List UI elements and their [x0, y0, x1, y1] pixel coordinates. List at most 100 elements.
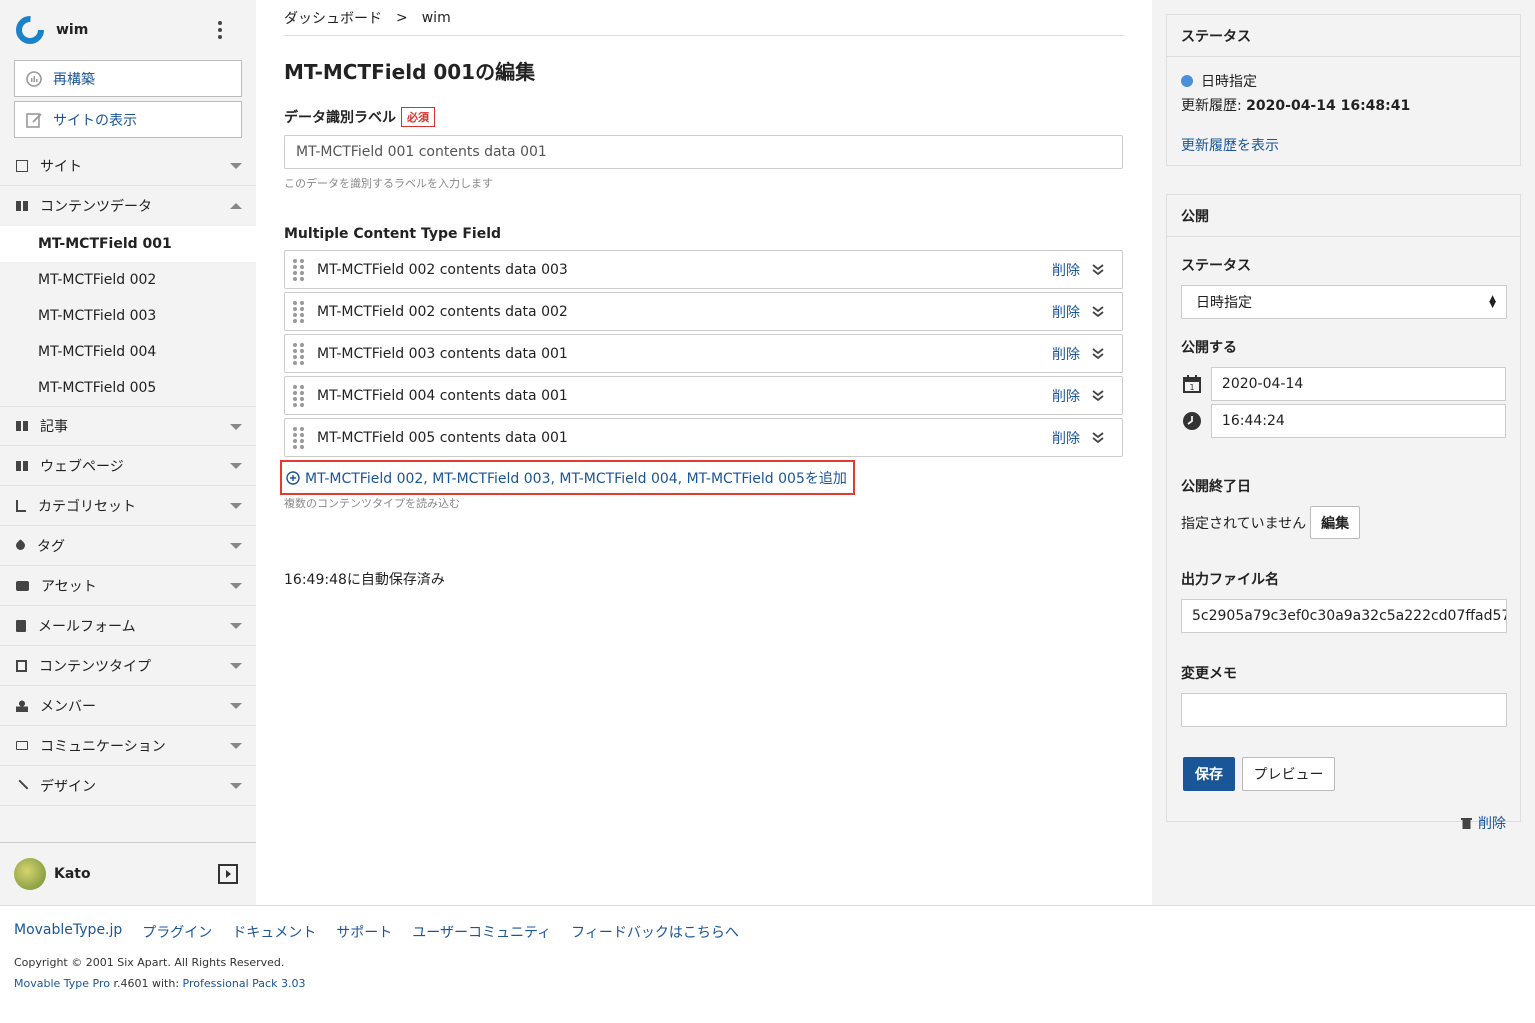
publish-status-select[interactable]: 日時指定 ▲ ▼ [1181, 285, 1507, 319]
double-chevron-down-icon[interactable] [1092, 305, 1104, 319]
sidebar-subitem-mctfield-005[interactable]: MT-MCTField 005 [0, 370, 256, 406]
user-name[interactable]: Kato [54, 866, 91, 882]
data-label-help: このデータを識別するラベルを入力します [284, 177, 493, 190]
sidebar-item-member[interactable]: メンバー [0, 686, 256, 726]
footer-link-support[interactable]: サポート [336, 922, 392, 942]
rebuild-label: 再構築 [53, 71, 95, 88]
publish-status-value: 日時指定 [1196, 295, 1252, 311]
mctf-delete-link[interactable]: 削除 [1052, 428, 1080, 448]
save-button[interactable]: 保存 [1183, 757, 1235, 791]
briefcase-icon [16, 580, 29, 591]
edit-end-date-button[interactable]: 編集 [1310, 506, 1361, 539]
footer-link-movabletype[interactable]: MovableType.jp [14, 922, 122, 942]
add-content-link[interactable]: MT-MCTField 002, MT-MCTField 003, MT-MCT… [280, 460, 855, 495]
chevron-down-icon [230, 663, 242, 669]
right-column: ステータス 日時指定 更新履歴: 2020-04-14 16:48:41 更新履… [1152, 0, 1535, 905]
mctf-item-name: MT-MCTField 002 contents data 003 [317, 261, 568, 278]
version-product-link[interactable]: Movable Type Pro [14, 977, 110, 990]
filename-label: 出力ファイル名 [1181, 572, 1279, 588]
chevron-down-icon [230, 783, 242, 789]
drag-handle-icon[interactable] [293, 384, 305, 407]
calendar-icon[interactable]: 1 [1181, 374, 1203, 394]
view-site-button[interactable]: サイトの表示 [14, 101, 242, 138]
footer-link-feedback[interactable]: フィードバックはこちらへ [571, 922, 739, 942]
status-line: 日時指定 [1181, 71, 1506, 91]
drag-handle-icon[interactable] [293, 300, 305, 323]
publish-panel: 公開 ステータス 日時指定 ▲ ▼ 公開する 1 2020-04-14 16:44… [1166, 194, 1521, 832]
change-memo-input[interactable] [1181, 693, 1507, 727]
sidebar-item-site[interactable]: サイト [0, 146, 256, 186]
double-chevron-down-icon[interactable] [1092, 347, 1104, 361]
edit-square-icon [26, 112, 42, 128]
sidebar-item-asset[interactable]: アセット [0, 566, 256, 606]
svg-text:1: 1 [1189, 383, 1194, 392]
design-tools-icon [15, 779, 29, 792]
sidebar-subitem-mctfield-002[interactable]: MT-MCTField 002 [0, 262, 256, 298]
sidebar-item-mailform[interactable]: メールフォーム [0, 606, 256, 646]
footer-links: MovableType.jp プラグイン ドキュメント サポート ユーザーコミュ… [14, 922, 1521, 942]
mctf-delete-link[interactable]: 削除 [1052, 386, 1080, 406]
sidebar-item-label: メールフォーム [38, 618, 136, 635]
sidebar-user: Kato [0, 842, 256, 905]
publish-date-input[interactable]: 2020-04-14 [1210, 367, 1506, 401]
sidebar-item-content-type[interactable]: コンテンツタイプ [0, 646, 256, 686]
filename-input[interactable]: 5c2905a79c3ef0c30a9a32c5a222cd07ffad57c [1181, 599, 1507, 633]
breadcrumb-dashboard[interactable]: ダッシュボード [284, 8, 382, 28]
sidebar-item-label: メンバー [40, 698, 96, 715]
mctf-delete-link[interactable]: 削除 [1052, 260, 1080, 280]
action-buttons: 保存 プレビュー [1181, 757, 1506, 791]
page-icon [16, 460, 28, 471]
mctf-delete-link[interactable]: 削除 [1052, 344, 1080, 364]
kebab-menu-icon[interactable] [210, 21, 230, 39]
rebuild-button[interactable]: 再構築 [14, 60, 242, 97]
sidebar-item-label: サイト [40, 158, 82, 175]
site-name[interactable]: wim [56, 22, 88, 38]
mctf-delete-link[interactable]: 削除 [1052, 302, 1080, 322]
sidebar-toggle-icon[interactable] [218, 864, 238, 884]
chevron-down-icon [230, 623, 242, 629]
drag-handle-icon[interactable] [293, 426, 305, 449]
sidebar-item-entry[interactable]: 記事 [0, 406, 256, 446]
sidebar-item-content-data[interactable]: コンテンツデータ [0, 186, 256, 226]
mctf-field-label: Multiple Content Type Field [284, 226, 502, 242]
double-chevron-down-icon[interactable] [1092, 263, 1104, 277]
sidebar-item-page[interactable]: ウェブページ [0, 446, 256, 486]
sidebar-item-design[interactable]: デザイン [0, 766, 256, 806]
drag-handle-icon[interactable] [293, 258, 305, 281]
clock-icon[interactable] [1181, 411, 1203, 431]
mt-logo-icon[interactable] [14, 14, 46, 46]
avatar[interactable] [14, 858, 46, 890]
footer-link-community[interactable]: ユーザーコミュニティ [412, 922, 551, 942]
sidebar-subitem-mctfield-003[interactable]: MT-MCTField 003 [0, 298, 256, 334]
sidebar-item-category-set[interactable]: カテゴリセット [0, 486, 256, 526]
version-text: r.4601 with: [110, 977, 183, 990]
double-chevron-down-icon[interactable] [1092, 389, 1104, 403]
history-label: 更新履歴: [1181, 98, 1247, 114]
view-history-link[interactable]: 更新履歴を表示 [1181, 135, 1506, 155]
version-pack-link[interactable]: Professional Pack 3.03 [183, 977, 306, 990]
footer-link-plugins[interactable]: プラグイン [142, 922, 212, 942]
view-site-label: サイトの表示 [53, 112, 137, 129]
double-chevron-down-icon[interactable] [1092, 431, 1104, 445]
preview-button[interactable]: プレビュー [1242, 757, 1335, 791]
sidebar-subitem-mctfield-004[interactable]: MT-MCTField 004 [0, 334, 256, 370]
page-title: MT-MCTField 001の編集 [284, 60, 536, 84]
sidebar-nav: サイト コンテンツデータ MT-MCTField 001 MT-MCTField… [0, 146, 256, 806]
content-type-icon [16, 659, 27, 672]
autosave-status: 16:49:48に自動保存済み [284, 572, 445, 588]
rebuild-icon [26, 70, 42, 87]
end-date-row: 指定されていません 編集 [1181, 506, 1506, 539]
sidebar-item-communication[interactable]: コミュニケーション [0, 726, 256, 766]
user-icon [16, 699, 28, 712]
mctf-list: MT-MCTField 002 contents data 003 削除 MT-… [284, 250, 1124, 457]
footer-link-documents[interactable]: ドキュメント [232, 922, 316, 942]
trash-icon [1461, 818, 1472, 829]
publish-time-input[interactable]: 16:44:24 [1210, 404, 1506, 438]
delete-link[interactable]: 削除 [1181, 813, 1506, 833]
sidebar-item-label: タグ [37, 538, 65, 555]
drag-handle-icon[interactable] [293, 342, 305, 365]
sidebar-subitem-mctfield-001[interactable]: MT-MCTField 001 [0, 226, 256, 262]
breadcrumb-site[interactable]: wim [422, 10, 451, 26]
sidebar-item-tag[interactable]: タグ [0, 526, 256, 566]
data-label-input[interactable] [284, 135, 1123, 169]
